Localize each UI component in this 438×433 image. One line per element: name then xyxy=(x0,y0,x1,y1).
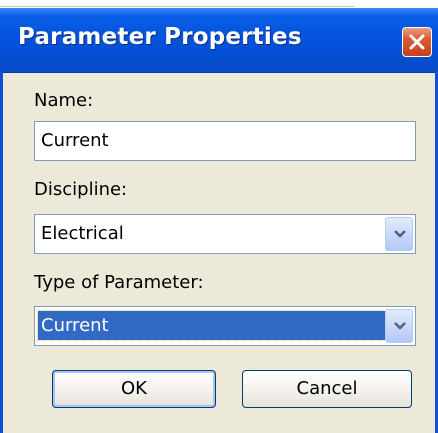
chevron-down-icon xyxy=(394,322,406,330)
window-left-border xyxy=(0,72,3,433)
discipline-dropdown-button[interactable] xyxy=(385,217,413,251)
type-of-parameter-value: Current xyxy=(37,310,386,341)
cancel-button[interactable]: Cancel xyxy=(242,370,412,408)
discipline-label: Discipline: xyxy=(34,179,128,200)
name-field[interactable]: Current xyxy=(34,121,416,161)
dialog-window: Parameter Properties Name: Current Disci… xyxy=(0,8,438,433)
close-button[interactable] xyxy=(402,27,432,57)
title-bar[interactable]: Parameter Properties xyxy=(0,8,438,73)
type-of-parameter-select[interactable]: Current xyxy=(34,306,416,346)
discipline-select[interactable]: Electrical xyxy=(34,214,416,254)
ok-button[interactable]: OK xyxy=(52,370,216,408)
type-dropdown-button[interactable] xyxy=(385,309,413,343)
background-line xyxy=(0,6,355,7)
discipline-value: Electrical xyxy=(41,223,124,244)
window-title: Parameter Properties xyxy=(18,24,302,50)
close-icon xyxy=(409,34,425,50)
name-label: Name: xyxy=(34,90,94,111)
chevron-down-icon xyxy=(394,230,406,238)
background-strip xyxy=(0,0,438,8)
type-of-parameter-label: Type of Parameter: xyxy=(34,272,204,293)
